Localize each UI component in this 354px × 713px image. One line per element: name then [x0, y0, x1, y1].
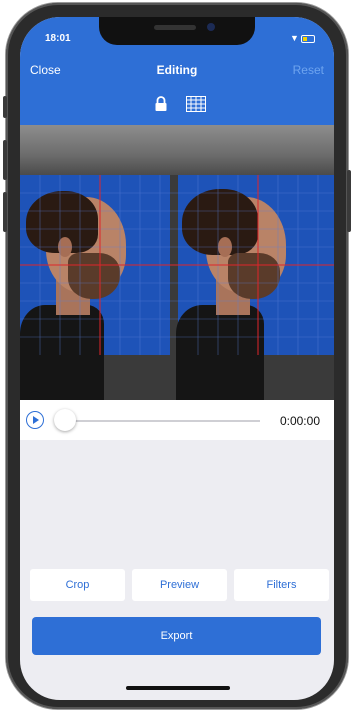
- volume-up-button: [3, 140, 7, 180]
- preview-button[interactable]: Preview: [132, 569, 227, 601]
- status-icons: ▼: [290, 33, 315, 43]
- status-time: 18:01: [45, 33, 71, 44]
- home-indicator: [126, 686, 230, 690]
- wall-background: [20, 125, 334, 175]
- export-button[interactable]: Export: [32, 617, 321, 655]
- notch: [99, 17, 255, 45]
- volume-down-button: [3, 192, 7, 232]
- play-button[interactable]: [26, 411, 44, 429]
- video-preview[interactable]: [20, 125, 334, 400]
- scrubber-track[interactable]: [64, 420, 260, 422]
- power-button: [347, 170, 351, 232]
- play-icon: [33, 416, 39, 424]
- page-title: Editing: [156, 63, 198, 77]
- playback-time: 0:00:00: [279, 414, 320, 428]
- lock-icon[interactable]: [154, 96, 168, 112]
- alignment-grid: [20, 175, 334, 355]
- wifi-icon: ▼: [290, 33, 299, 43]
- scrubber-thumb[interactable]: [54, 409, 76, 431]
- screen: 18:01 ▼ Close Editing Reset 0:00:00 Crop…: [20, 17, 334, 700]
- crop-button[interactable]: Crop: [30, 569, 125, 601]
- silent-switch: [3, 96, 7, 118]
- reset-button[interactable]: Reset: [293, 63, 324, 77]
- playback-bar: 0:00:00: [20, 400, 334, 440]
- battery-icon: [301, 35, 315, 43]
- grid-icon[interactable]: [186, 96, 206, 112]
- filters-button[interactable]: Filters: [234, 569, 329, 601]
